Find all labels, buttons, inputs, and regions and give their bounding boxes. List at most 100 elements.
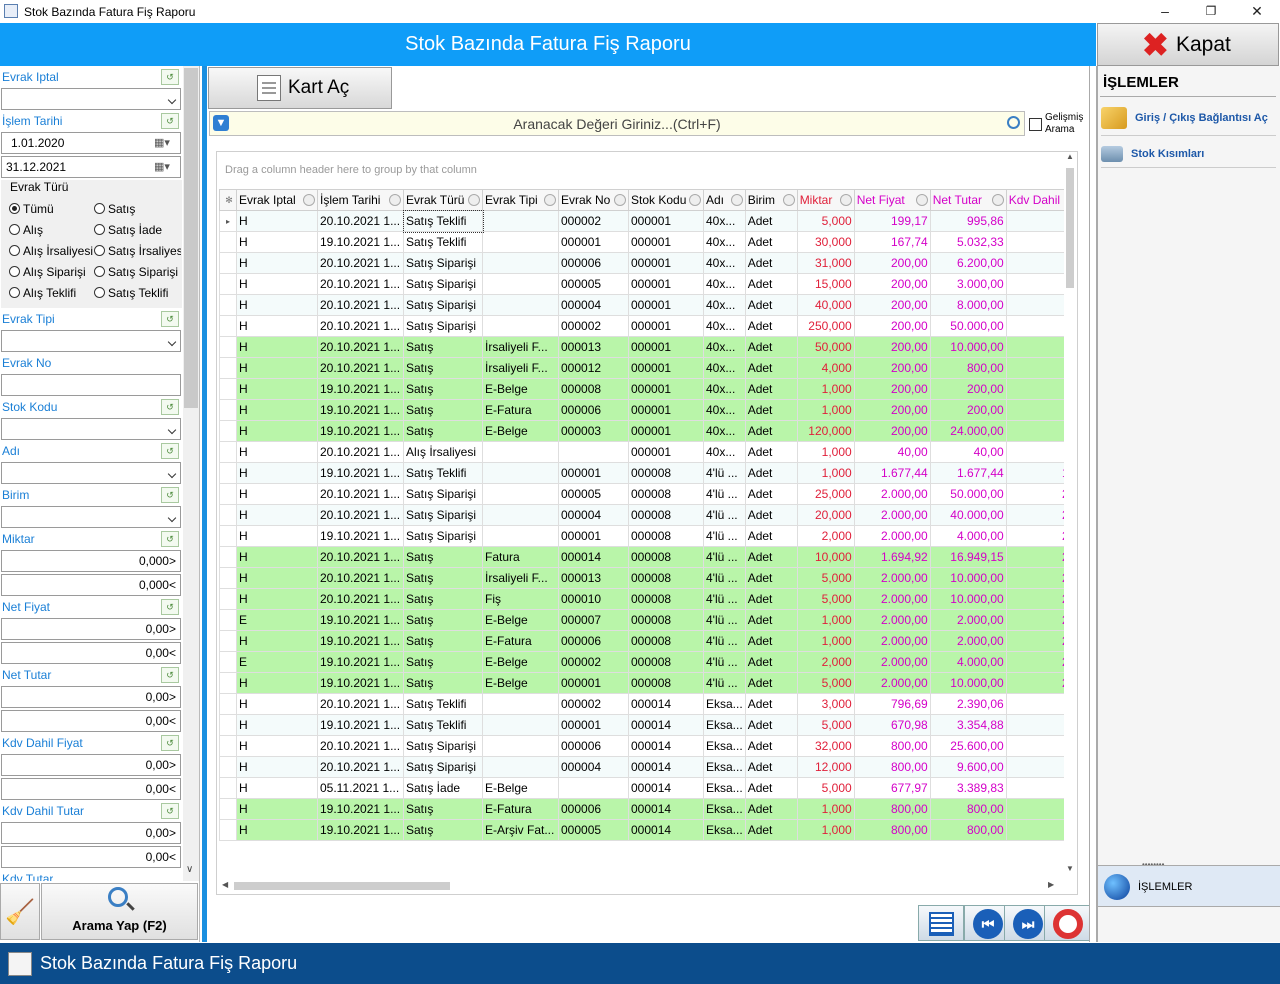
table-cell[interactable]: 2.000,00 (853, 567, 931, 589)
radio-satis-teklifi[interactable]: Satış Teklifi (94, 286, 168, 300)
table-cell[interactable]: H (236, 336, 318, 358)
minimize-icon[interactable]: – (1142, 0, 1188, 22)
table-cell[interactable]: 2.000,00 (853, 525, 931, 547)
grid-vertical-scrollbar[interactable]: ▲ ▼ (1064, 152, 1077, 876)
table-cell[interactable]: 5,000 (796, 567, 855, 589)
evrak-tipi-combo[interactable] (1, 330, 181, 352)
table-cell[interactable]: 20.10.2021 1... (317, 693, 404, 715)
radio-tumu[interactable]: Tümü (9, 202, 54, 216)
table-cell[interactable]: 19.10.2021 1... (317, 420, 404, 442)
table-cell[interactable]: 000004 (558, 756, 629, 778)
kdv-dahil-fiyat-max[interactable]: 0,00< (1, 778, 181, 800)
table-cell[interactable]: H (236, 714, 318, 736)
column-header[interactable]: Net Tutar (929, 189, 1007, 211)
row-indicator[interactable] (219, 357, 237, 379)
table-cell[interactable] (482, 525, 559, 547)
table-cell[interactable]: 1,000 (796, 462, 855, 484)
row-indicator[interactable] (219, 504, 237, 526)
table-cell[interactable]: 000001 (628, 315, 704, 337)
table-cell[interactable]: H (236, 756, 318, 778)
table-cell[interactable]: 200,00 (853, 357, 931, 379)
table-cell[interactable]: E-Belge (482, 651, 559, 673)
table-cell[interactable]: 200,00 (853, 420, 931, 442)
kdv-dahil-tutar-max[interactable]: 0,00< (1, 846, 181, 868)
net-fiyat-max[interactable]: 0,00< (1, 642, 181, 664)
table-cell[interactable]: Eksa... (703, 819, 746, 841)
table-cell[interactable]: 200,00 (853, 399, 931, 421)
table-cell[interactable]: Satış (403, 546, 483, 568)
table-cell[interactable]: 2.000,00 (929, 630, 1007, 652)
table-cell[interactable]: Adet (744, 798, 798, 820)
table-row[interactable]: H 20.10.2021 1... Satış Siparişi 000006 0000… (219, 735, 1072, 757)
table-cell[interactable]: 000013 (558, 336, 629, 358)
filter-reset-icon[interactable]: ↺ (161, 667, 179, 683)
table-cell[interactable]: 3.389,83 (929, 777, 1007, 799)
table-cell[interactable] (1005, 819, 1072, 841)
table-cell[interactable]: 9.600,00 (929, 756, 1007, 778)
table-cell[interactable]: 000003 (558, 420, 629, 442)
table-cell[interactable]: Adet (744, 336, 798, 358)
table-cell[interactable]: 20.10.2021 1... (317, 588, 404, 610)
table-cell[interactable]: E (236, 609, 318, 631)
grid-menu-button[interactable] (918, 905, 964, 941)
table-cell[interactable]: 000014 (628, 777, 704, 799)
table-cell[interactable]: H (236, 252, 318, 274)
row-indicator[interactable] (219, 630, 237, 652)
table-cell[interactable]: Satış (403, 567, 483, 589)
table-cell[interactable]: H (236, 357, 318, 379)
table-cell[interactable]: 200,00 (853, 294, 931, 316)
filter-icon[interactable] (730, 194, 743, 206)
table-cell[interactable]: 200,00 (853, 315, 931, 337)
table-cell[interactable]: 000001 (628, 399, 704, 421)
table-cell[interactable]: 000001 (558, 672, 629, 694)
table-cell[interactable]: 000005 (558, 819, 629, 841)
row-indicator[interactable] (219, 231, 237, 253)
giris-cikis-baglantisi-button[interactable]: Giriş / Çıkış Bağlantısı Aç (1101, 100, 1276, 136)
table-cell[interactable]: İrsaliyeli F... (482, 357, 559, 379)
table-row[interactable]: H 20.10.2021 1... Satış Siparişi 000002 0000… (219, 315, 1072, 337)
table-row[interactable]: H 19.10.2021 1... Satış E-Fatura 000006 00001… (219, 798, 1072, 820)
table-cell[interactable]: E-Belge (482, 609, 559, 631)
table-cell[interactable]: 1,000 (796, 798, 855, 820)
table-cell[interactable]: 000002 (558, 651, 629, 673)
table-row[interactable]: H 19.10.2021 1... Satış Teklifi 000001 00001… (219, 714, 1072, 736)
table-cell[interactable]: 20.10.2021 1... (317, 294, 404, 316)
table-cell[interactable]: H (236, 483, 318, 505)
table-cell[interactable]: 40,00 (853, 441, 931, 463)
table-cell[interactable]: Fatura (482, 546, 559, 568)
table-cell[interactable]: Satış Siparişi (403, 525, 483, 547)
table-cell[interactable] (1005, 210, 1072, 232)
table-row[interactable]: H 19.10.2021 1... Satış E-Belge 000003 000001… (219, 420, 1072, 442)
table-cell[interactable]: 25,000 (796, 483, 855, 505)
table-cell[interactable]: 000001 (628, 378, 704, 400)
table-cell[interactable]: 800,00 (853, 798, 931, 820)
table-cell[interactable]: 4.000,00 (929, 525, 1007, 547)
table-cell[interactable] (482, 231, 559, 253)
table-cell[interactable]: 31,000 (796, 252, 855, 274)
table-cell[interactable]: Satış Teklifi (403, 231, 483, 253)
table-cell[interactable] (482, 735, 559, 757)
row-indicator[interactable] (219, 462, 237, 484)
table-cell[interactable]: 000014 (628, 819, 704, 841)
table-cell[interactable]: H (236, 672, 318, 694)
islemler-tab[interactable]: İŞLEMLER (1098, 865, 1280, 907)
table-cell[interactable]: 2 (1005, 588, 1072, 610)
table-cell[interactable]: 000008 (628, 588, 704, 610)
table-cell[interactable]: 000008 (628, 546, 704, 568)
table-cell[interactable]: 2 (1005, 483, 1072, 505)
table-cell[interactable]: 2.000,00 (853, 651, 931, 673)
table-cell[interactable]: Adet (744, 714, 798, 736)
table-row[interactable]: H 20.10.2021 1... Satış İrsaliyeli F... 0000… (219, 336, 1072, 358)
table-row[interactable]: H 19.10.2021 1... Satış Teklifi 000001 00000… (219, 462, 1072, 484)
table-cell[interactable]: Adet (744, 630, 798, 652)
table-cell[interactable]: 000005 (558, 483, 629, 505)
table-cell[interactable]: Adet (744, 819, 798, 841)
table-cell[interactable]: Adet (744, 567, 798, 589)
table-cell[interactable]: 40x... (703, 273, 746, 295)
table-cell[interactable]: 6.200,00 (929, 252, 1007, 274)
column-header[interactable]: Evrak Türü (403, 189, 483, 211)
table-cell[interactable]: 4'lü ... (703, 483, 746, 505)
table-cell[interactable]: İrsaliyeli F... (482, 336, 559, 358)
table-cell[interactable]: 19.10.2021 1... (317, 672, 404, 694)
table-row[interactable]: H 05.11.2021 1... Satış İade E-Belge 000014 E… (219, 777, 1072, 799)
